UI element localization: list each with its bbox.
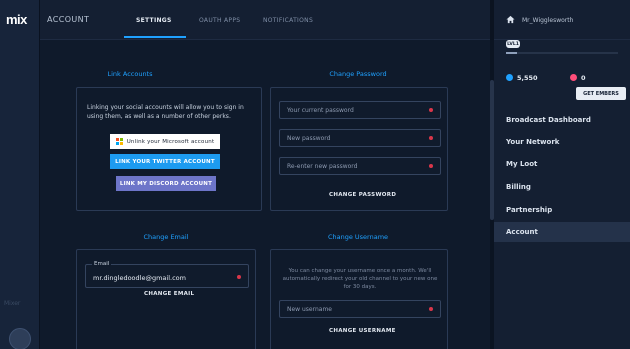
page-title: ACCOUNT xyxy=(47,15,90,24)
tab-settings[interactable]: SETTINGS xyxy=(136,17,172,24)
change-password-title: Change Password xyxy=(329,70,387,78)
tab-oauth-apps[interactable]: OAUTH APPS xyxy=(199,17,240,24)
embers-balance: 0 xyxy=(581,74,586,82)
change-username-title: Change Username xyxy=(327,233,389,241)
change-username-button[interactable]: CHANGE USERNAME xyxy=(329,328,396,334)
new-username-input[interactable]: New username xyxy=(279,300,441,318)
user-row[interactable]: Mr_Wigglesworth xyxy=(494,0,630,40)
rail-avatar[interactable] xyxy=(9,328,31,349)
required-indicator xyxy=(429,136,433,140)
sidebar-item-my-loot[interactable]: My Loot xyxy=(494,154,630,174)
new-username-placeholder: New username xyxy=(287,306,332,313)
username: Mr_Wigglesworth xyxy=(522,17,574,24)
required-indicator xyxy=(429,307,433,311)
tab-notifications[interactable]: NOTIFICATIONS xyxy=(263,17,313,24)
required-indicator xyxy=(237,275,241,279)
xp-progress-bar xyxy=(506,52,618,54)
embers-icon xyxy=(570,74,577,81)
sidebar-item-account[interactable]: Account xyxy=(494,222,630,242)
link-discord-button[interactable]: LINK MY DISCORD ACCOUNT xyxy=(116,176,216,191)
email-field-label: Email xyxy=(92,261,112,267)
link-twitter-button[interactable]: LINK YOUR TWITTER ACCOUNT xyxy=(110,154,220,169)
new-password-input[interactable]: New password xyxy=(279,129,441,147)
settings-content: Link Accounts Linking your social accoun… xyxy=(40,40,490,349)
unlink-microsoft-button[interactable]: Unlink your Microsoft account xyxy=(110,134,220,149)
new-password-placeholder: New password xyxy=(287,135,331,142)
home-icon[interactable] xyxy=(506,15,515,24)
change-username-panel: You can change your username once a mont… xyxy=(270,249,448,349)
xp-progress-fill xyxy=(506,52,518,54)
change-password-button[interactable]: CHANGE PASSWORD xyxy=(329,192,396,198)
current-password-placeholder: Your current password xyxy=(287,107,354,114)
change-email-button[interactable]: CHANGE EMAIL xyxy=(144,291,194,297)
change-email-title: Change Email xyxy=(143,233,189,241)
mixer-logo[interactable]: mix xyxy=(6,12,27,27)
link-accounts-description: Linking your social accounts will allow … xyxy=(87,104,244,120)
unlink-microsoft-label: Unlink your Microsoft account xyxy=(126,138,215,145)
link-accounts-title: Link Accounts xyxy=(107,70,153,78)
rail-faded-text: Mixer xyxy=(4,300,21,307)
required-indicator xyxy=(429,164,433,168)
sidebar-item-your-network[interactable]: Your Network xyxy=(494,132,630,152)
reenter-password-input[interactable]: Re-enter new password xyxy=(279,157,441,175)
required-indicator xyxy=(429,108,433,112)
left-rail: mix Mixer xyxy=(0,0,40,349)
active-tab-indicator xyxy=(124,36,186,38)
level-badge: LVL1 xyxy=(506,40,520,48)
get-embers-button[interactable]: GET EMBERS xyxy=(576,87,626,100)
account-header: ACCOUNT SETTINGS OAUTH APPS NOTIFICATION… xyxy=(40,0,490,40)
sidebar-item-partnership[interactable]: Partnership xyxy=(494,200,630,220)
change-username-notice: You can change your username once a mont… xyxy=(282,268,438,290)
sparks-icon xyxy=(506,74,513,81)
current-password-input[interactable]: Your current password xyxy=(279,101,441,119)
sidebar-item-broadcast-dashboard[interactable]: Broadcast Dashboard xyxy=(494,110,630,130)
user-sidebar: Mr_Wigglesworth LVL1 5,550 0 GET EMBERS … xyxy=(494,0,630,349)
change-email-panel: Email mr.dingledoodle@gmail.com CHANGE E… xyxy=(76,249,256,349)
link-accounts-panel: Linking your social accounts will allow … xyxy=(76,87,262,211)
reenter-password-placeholder: Re-enter new password xyxy=(287,163,358,170)
sparks-balance: 5,550 xyxy=(517,74,538,82)
sidebar-item-billing[interactable]: Billing xyxy=(494,177,630,197)
email-value: mr.dingledoodle@gmail.com xyxy=(93,274,186,282)
change-password-panel: Your current password New password Re-en… xyxy=(270,87,448,211)
microsoft-logo-icon xyxy=(115,138,123,145)
email-input[interactable]: Email mr.dingledoodle@gmail.com xyxy=(85,261,249,288)
